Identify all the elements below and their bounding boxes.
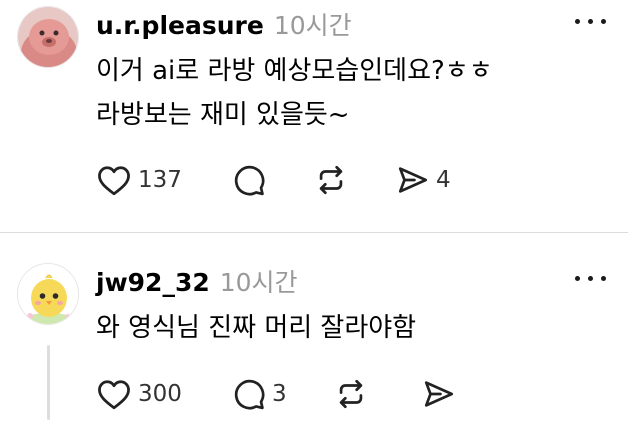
like-button[interactable]: 137 xyxy=(96,160,182,200)
repost-button[interactable] xyxy=(334,374,368,414)
comment-1: u.r.pleasure 10시간 이거 ai로 라방 예상모습인데요?ㅎㅎ 라방… xyxy=(0,0,628,232)
comment-text-line-1: 이거 ai로 라방 예상모습인데요?ㅎㅎ xyxy=(96,56,493,86)
avatar[interactable] xyxy=(17,263,79,325)
comment-icon xyxy=(234,379,265,410)
comment-header: u.r.pleasure 10시간 xyxy=(96,6,352,42)
pink-creature-avatar-icon xyxy=(18,7,78,67)
comment-header: jw92_32 10시간 xyxy=(96,263,298,299)
thread-line xyxy=(47,345,50,420)
username[interactable]: u.r.pleasure xyxy=(96,11,264,40)
comment-icon xyxy=(234,165,265,196)
like-count: 300 xyxy=(138,381,182,407)
reply-button[interactable]: 3 xyxy=(232,374,287,414)
like-button[interactable]: 300 xyxy=(96,374,182,414)
avatar[interactable] xyxy=(17,6,79,68)
timestamp: 10시간 xyxy=(273,11,352,40)
repost-icon xyxy=(319,165,343,195)
action-bar: 137 4 xyxy=(96,160,496,200)
heart-icon xyxy=(98,166,130,196)
more-icon[interactable] xyxy=(573,273,609,283)
reply-button[interactable] xyxy=(232,160,266,200)
share-button[interactable]: 4 xyxy=(396,160,451,200)
timestamp: 10시간 xyxy=(219,268,298,297)
action-bar: 300 3 xyxy=(96,374,496,414)
comment-2: jw92_32 10시간 와 영식님 진짜 머리 잘라야함 300 3 xyxy=(0,233,628,422)
share-count: 4 xyxy=(436,167,451,193)
share-icon xyxy=(398,167,428,193)
more-icon[interactable] xyxy=(573,16,609,26)
repost-icon xyxy=(339,379,363,409)
yellow-chick-avatar-icon xyxy=(18,264,78,324)
share-icon xyxy=(424,381,454,407)
username[interactable]: jw92_32 xyxy=(96,268,210,297)
reply-count: 3 xyxy=(272,381,287,407)
like-count: 137 xyxy=(138,167,182,193)
comment-text-line-1: 와 영식님 진짜 머리 잘라야함 xyxy=(96,313,417,343)
heart-icon xyxy=(98,380,130,410)
share-button[interactable] xyxy=(422,374,456,414)
comment-text-line-2: 라방보는 재미 있을듯~ xyxy=(96,100,350,130)
repost-button[interactable] xyxy=(314,160,348,200)
